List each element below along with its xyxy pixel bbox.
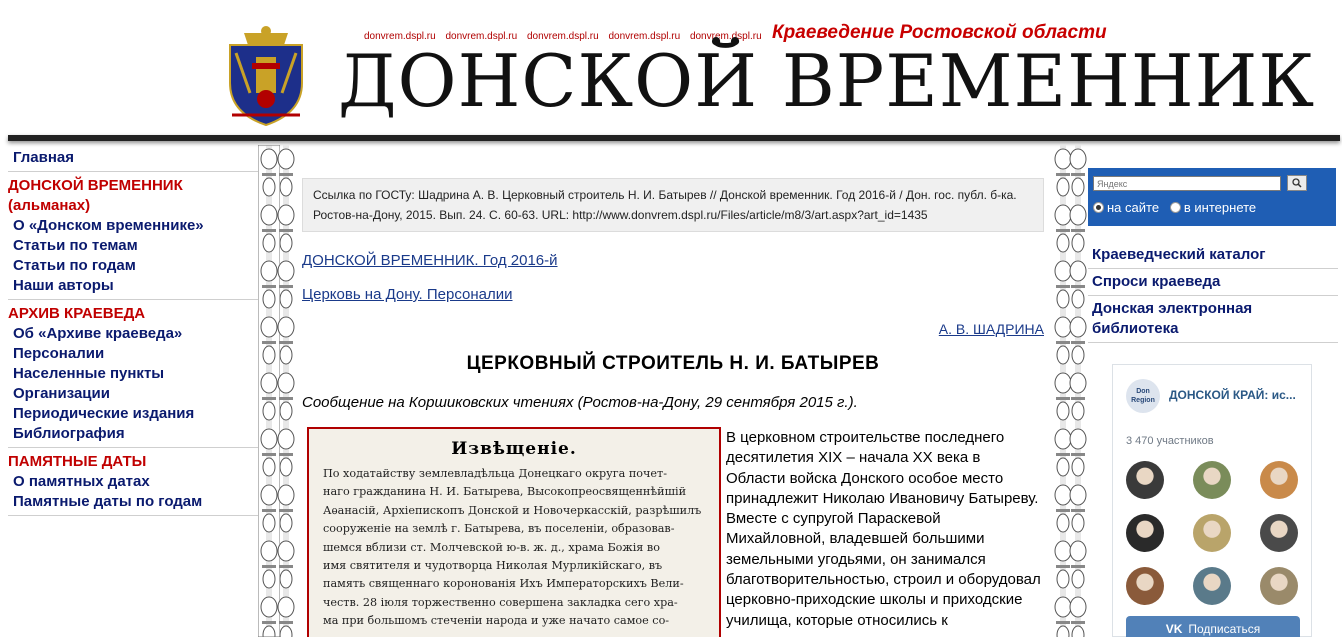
- nav-section-donvrem[interactable]: ДОНСКОЙ ВРЕМЕННИК (альманах): [8, 176, 258, 216]
- member-avatar[interactable]: [1260, 514, 1298, 552]
- member-avatar[interactable]: [1193, 461, 1231, 499]
- radio-web[interactable]: [1169, 202, 1181, 213]
- magnifier-icon: [1292, 178, 1302, 188]
- search-button[interactable]: [1287, 175, 1307, 191]
- scan-line: Аѳанасій, Архіепископъ Донской и Новочер…: [323, 503, 702, 517]
- scan-line: шемся вблизи ст. Молчевской ю-в. ж. д., …: [323, 540, 660, 554]
- nav-divider: [8, 447, 258, 448]
- search-panel-arrow: [1316, 168, 1336, 226]
- breadcrumb-rubric[interactable]: Церковь на Дону. Персоналии: [302, 286, 1044, 303]
- nav-item-about-dates[interactable]: О памятных датах: [8, 472, 258, 492]
- member-avatar[interactable]: [1193, 567, 1231, 605]
- site-logo-title[interactable]: ДОНСКОЙ ВРЕМЕННИК: [338, 45, 1315, 117]
- article-body: В церковном строительстве последнего дес…: [726, 429, 1041, 629]
- article-author[interactable]: А. В. ШАДРИНА: [302, 321, 1044, 337]
- nav-item-articles-by-topic[interactable]: Статьи по темам: [8, 236, 258, 256]
- subscribe-button[interactable]: VK Подписаться: [1126, 616, 1300, 637]
- search-input[interactable]: [1093, 176, 1281, 191]
- coat-of-arms-icon: [229, 26, 303, 127]
- article-subtitle: Сообщение на Коршиковских чтениях (Росто…: [302, 394, 858, 411]
- scan-line: сооруженіе на землѣ г. Батырева, въ посе…: [323, 522, 675, 536]
- nav-section-archive[interactable]: АРХИВ КРАЕВЕДА: [8, 304, 258, 324]
- member-avatar[interactable]: [1193, 514, 1231, 552]
- member-avatar[interactable]: [1126, 514, 1164, 552]
- article-content: Ссылка по ГОСТу: Шадрина А. В. Церковный…: [302, 178, 1044, 637]
- right-link-ask[interactable]: Спроси краеведа: [1088, 269, 1338, 295]
- scan-line: память священнаго коронованія Ихъ Импера…: [323, 577, 684, 591]
- member-avatar[interactable]: [1260, 461, 1298, 499]
- scan-line: По ходатайству землевладѣльца Донецкаго …: [323, 467, 667, 480]
- nav-item-settlements[interactable]: Населенные пункты: [8, 364, 258, 384]
- nav-item-bibliography[interactable]: Библиография: [8, 424, 258, 444]
- vk-icon: VK: [1165, 622, 1183, 636]
- header-divider: [8, 135, 1340, 141]
- search-scope: на сайте в интернете: [1093, 200, 1256, 215]
- scan-line: честв. 28 іюля торжественно совершена за…: [323, 595, 678, 609]
- nav-item-periodicals[interactable]: Периодические издания: [8, 404, 258, 424]
- nav-section-dates[interactable]: ПАМЯТНЫЕ ДАТЫ: [8, 452, 258, 472]
- decorative-column-right-inner: [1067, 145, 1089, 637]
- nav-divider: [8, 171, 258, 172]
- scanned-notice-image[interactable]: Извѣщеніе. По ходатайству землевладѣльца…: [307, 427, 721, 637]
- nav-item-organizations[interactable]: Организации: [8, 384, 258, 404]
- member-avatar[interactable]: [1126, 461, 1164, 499]
- site-header: donvrem.dspl.ru donvrem.dspl.ru donvrem.…: [0, 0, 1342, 141]
- nav-item-about-archive[interactable]: Об «Архиве краеведа»: [8, 324, 258, 344]
- nav-divider: [8, 515, 258, 516]
- nav-divider: [1088, 342, 1338, 343]
- scan-line: имя святителя и чудотворца Николая Мурли…: [323, 559, 663, 573]
- scan-text: По ходатайству землевладѣльца Донецкаго …: [309, 459, 719, 631]
- nav-home[interactable]: Главная: [8, 148, 258, 168]
- gost-citation: Ссылка по ГОСТу: Шадрина А. В. Церковный…: [302, 178, 1044, 232]
- nav-item-about-donvrem[interactable]: О «Донском временнике»: [8, 216, 258, 236]
- breadcrumb-year[interactable]: ДОНСКОЙ ВРЕМЕННИК. Год 2016-й: [302, 252, 1044, 269]
- nav-item-dates-by-year[interactable]: Памятные даты по годам: [8, 492, 258, 512]
- nav-item-articles-by-year[interactable]: Статьи по годам: [8, 256, 258, 276]
- right-link-library[interactable]: Донская электронная библиотека: [1088, 296, 1338, 342]
- radio-web-label[interactable]: в интернете: [1184, 200, 1256, 215]
- member-avatar[interactable]: [1260, 567, 1298, 605]
- nav-item-personalia[interactable]: Персоналии: [8, 344, 258, 364]
- member-avatar[interactable]: [1126, 567, 1164, 605]
- nav-item-authors[interactable]: Наши авторы: [8, 276, 258, 296]
- article-title: ЦЕРКОВНЫЙ СТРОИТЕЛЬ Н. И. БАТЫРЕВ: [466, 353, 880, 374]
- group-avatar[interactable]: Don Region: [1126, 379, 1160, 413]
- right-navigation: Краеведческий каталог Спроси краеведа До…: [1088, 242, 1338, 343]
- scan-line: ма при большомъ стеченіи народа и уже на…: [323, 614, 670, 628]
- left-navigation: Главная ДОНСКОЙ ВРЕМЕННИК (альманах) О «…: [8, 148, 258, 520]
- vk-group-widget: Don Region ДОНСКОЙ КРАЙ: ис... 3 470 уча…: [1112, 364, 1312, 637]
- radio-site[interactable]: [1093, 202, 1104, 213]
- subscribe-label: Подписаться: [1188, 622, 1261, 636]
- group-name[interactable]: ДОНСКОЙ КРАЙ: ис...: [1169, 388, 1296, 402]
- nav-divider: [8, 299, 258, 300]
- radio-site-label[interactable]: на сайте: [1107, 200, 1159, 215]
- scan-heading: Извѣщеніе.: [451, 439, 577, 459]
- decorative-column-left-inner: [275, 145, 297, 637]
- scan-line: наго гражданина Н. И. Батырева, Высокопр…: [323, 485, 687, 499]
- right-link-catalog[interactable]: Краеведческий каталог: [1088, 242, 1338, 268]
- member-count: 3 470 участников: [1126, 435, 1214, 447]
